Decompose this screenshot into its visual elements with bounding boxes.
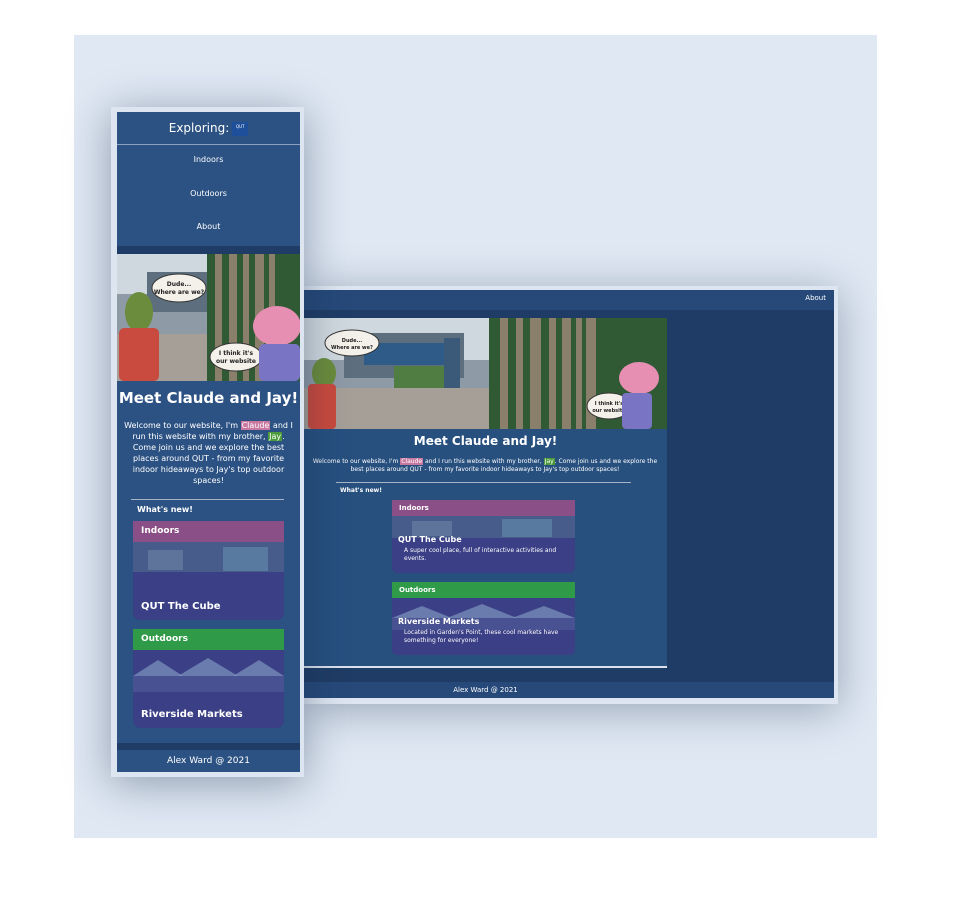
hero-image: Dude... Where are we? I think it's our w… (117, 254, 300, 381)
jay-highlight: Jay (268, 432, 283, 441)
speech-bubble-text: our website (216, 358, 256, 365)
speech-bubble-text: our website (592, 408, 626, 414)
qut-logo: QUT (232, 121, 249, 136)
whats-new-heading: What's new! (340, 487, 382, 494)
claude-highlight: Claude (240, 421, 271, 430)
intro-text: and I run this website with my brother, (423, 458, 544, 465)
intro-text: Welcome to our website, I'm (124, 421, 241, 430)
speech-bubble-text: Where are we? (154, 289, 205, 296)
card-indoors[interactable]: Indoors QUT The Cube A super cool place,… (392, 500, 575, 573)
card-outdoors[interactable]: Outdoors Riverside Markets (133, 629, 284, 728)
whats-new-heading: What's new! (137, 505, 193, 514)
intro-paragraph: Welcome to our website, I'm Claude and I… (306, 458, 664, 474)
card-title: Riverside Markets (398, 617, 480, 626)
divider (131, 499, 284, 500)
page-title: Meet Claude and Jay! (118, 389, 299, 407)
desktop-footer: Alex Ward @ 2021 (304, 682, 834, 698)
card-outdoors[interactable]: Outdoors Riverside Markets Located in Ga… (392, 582, 575, 655)
card-title: QUT The Cube (141, 601, 221, 612)
desktop-navbar: About (304, 290, 834, 310)
speech-bubble-text: Dude... (167, 281, 191, 288)
footer-divider (117, 743, 300, 750)
card-tag: Indoors (392, 500, 575, 516)
speech-bubble-text: I think it's (595, 401, 624, 407)
desktop-content-panel: Dude... Where are we? I think it's our w… (304, 318, 667, 668)
mobile-mockup: Exploring: QUT Indoors Outdoors About Dud… (111, 107, 304, 777)
desktop-mockup: About Dude... Where are we? I think it's… (304, 286, 838, 704)
speech-bubble-text: I think it's (219, 350, 254, 357)
site-brand[interactable]: Exploring: QUT (117, 112, 300, 145)
jay-highlight: Jay (543, 458, 555, 465)
mobile-viewport: Exploring: QUT Indoors Outdoors About Dud… (117, 112, 300, 772)
footer-credit: Alex Ward @ 2021 (167, 756, 250, 766)
intro-paragraph: Welcome to our website, I'm Claude and I… (123, 420, 294, 486)
nav-link-outdoors[interactable]: Outdoors (117, 189, 300, 198)
card-title: Riverside Markets (141, 709, 243, 720)
card-tag: Outdoors (133, 629, 284, 650)
card-image (392, 598, 575, 655)
hero-image: Dude... Where are we? I think it's our w… (304, 318, 667, 429)
card-image (392, 516, 575, 573)
intro-text: Welcome to our website, I'm (312, 458, 401, 465)
card-description: Located in Garden's Point, these cool ma… (404, 629, 559, 644)
nav-link-about[interactable]: About (117, 222, 300, 231)
claude-highlight: Claude (400, 458, 424, 465)
nav-divider (117, 246, 300, 254)
card-tag: Indoors (133, 521, 284, 542)
card-tag: Outdoors (392, 582, 575, 598)
card-indoors[interactable]: Indoors QUT The Cube (133, 521, 284, 620)
speech-bubble-text: Where are we? (331, 345, 373, 351)
footer-credit: Alex Ward @ 2021 (453, 686, 518, 694)
brand-title: Exploring: (168, 121, 230, 135)
nav-link-indoors[interactable]: Indoors (117, 155, 300, 164)
page-title: Meet Claude and Jay! (413, 434, 558, 448)
card-description: A super cool place, full of interactive … (404, 547, 557, 562)
divider (336, 482, 631, 483)
desktop-viewport: About Dude... Where are we? I think it's… (304, 290, 834, 698)
card-title: QUT The Cube (398, 535, 462, 544)
speech-bubble-text: Dude... (342, 338, 362, 344)
nav-link-about[interactable]: About (805, 294, 826, 302)
